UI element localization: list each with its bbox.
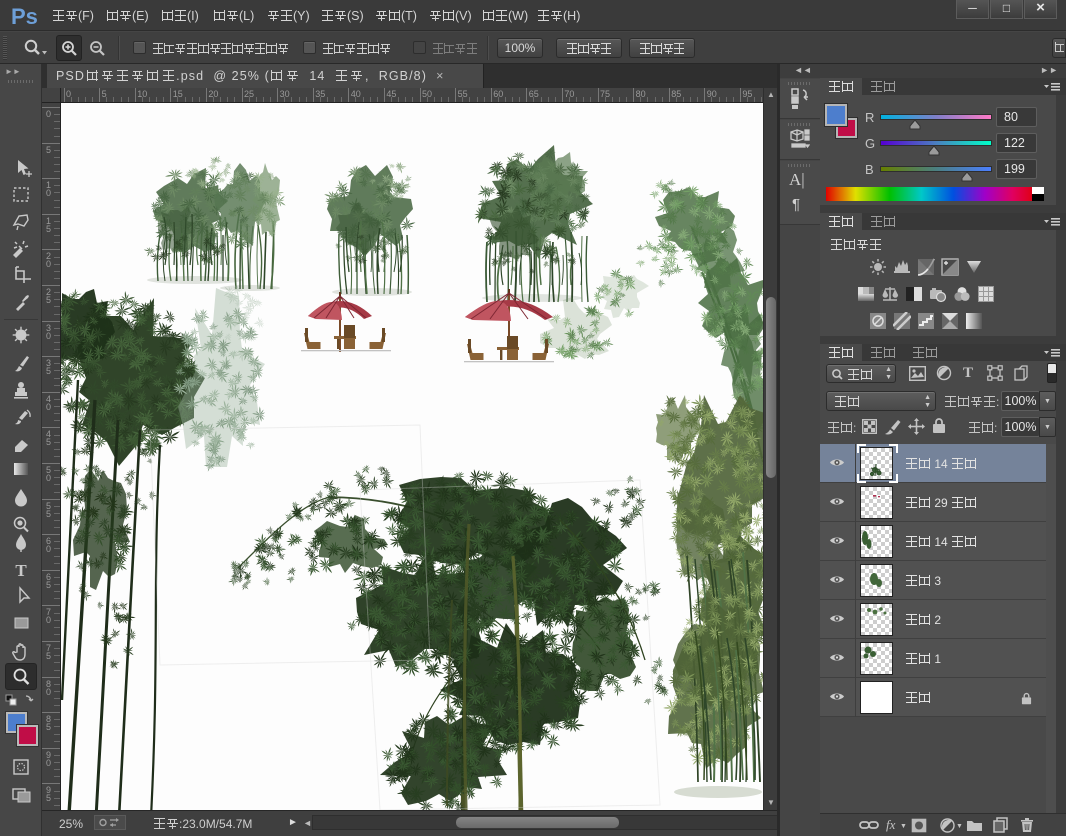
svg-text:T: T xyxy=(15,561,27,580)
